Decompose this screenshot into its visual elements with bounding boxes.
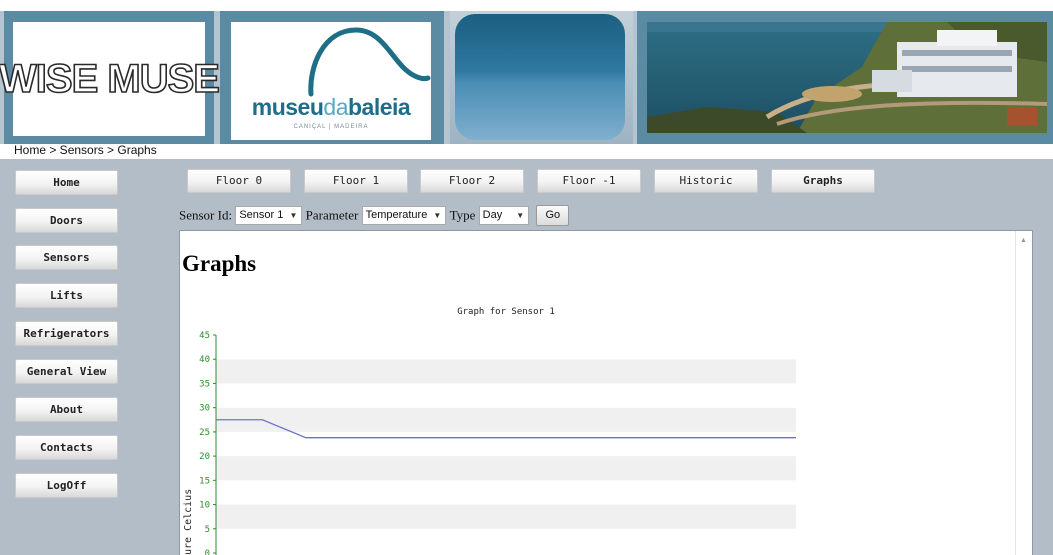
sensor-id-select[interactable]: Sensor 1 ▼ xyxy=(235,206,303,225)
chart-y-tick-label: 5 xyxy=(205,525,210,535)
chevron-down-icon: ▼ xyxy=(433,211,442,220)
tab-floor-1[interactable]: Floor 1 xyxy=(304,169,408,193)
chart-grid-band xyxy=(216,359,796,384)
chart-y-tick-label: 25 xyxy=(199,428,210,438)
wise-muse-logo: WISE MUSE xyxy=(0,11,221,144)
sensor-id-label: Sensor Id: xyxy=(179,207,233,223)
sidebar-item-home[interactable]: Home xyxy=(15,170,118,195)
wise-muse-logo-box: WISE MUSE xyxy=(0,22,221,136)
tab-floor-0[interactable]: Floor 0 xyxy=(187,169,291,193)
parameter-label: Parameter xyxy=(305,207,359,223)
sidebar-item-logoff[interactable]: LogOff xyxy=(15,473,118,498)
chevron-down-icon: ▼ xyxy=(289,211,298,220)
museu-da-baleia-logo: museudabaleia CANIÇAL | MADEIRA xyxy=(220,11,444,144)
chart-title: Graph for Sensor 1 xyxy=(457,307,555,317)
chart-grid-band xyxy=(216,431,796,457)
chart-y-tick-label: 15 xyxy=(199,476,210,486)
header-banner: WISE MUSE museudabaleia CANIÇAL | MADEIR… xyxy=(0,11,1053,144)
chart-grid-band xyxy=(216,504,796,529)
type-select[interactable]: Day ▼ xyxy=(478,206,530,225)
chart-y-tick-label: 40 xyxy=(199,355,210,365)
chart-y-axis-label: ure Celcius xyxy=(183,489,194,555)
temperature-chart: Graph for Sensor 1 0 5 10 15 20 25 30 35 40 45 ure … xyxy=(183,307,796,555)
content-frame: Graphs Graph for Sensor 1 0 5 10 15 20 25 30 35 4… xyxy=(179,230,1033,555)
chart-grid-band xyxy=(216,528,796,553)
sidebar-item-contacts[interactable]: Contacts xyxy=(15,435,118,460)
museum-landscape-image xyxy=(647,22,1047,133)
whale-curve-icon xyxy=(308,27,431,97)
sidebar-item-general-view[interactable]: General View xyxy=(15,359,118,384)
museu-da-baleia-name: museudabaleia xyxy=(251,94,411,120)
chevron-down-icon: ▼ xyxy=(516,211,525,220)
vertical-scrollbar[interactable]: ▲ xyxy=(1015,231,1032,555)
decorative-panel xyxy=(450,11,633,144)
page: WISE MUSE museudabaleia CANIÇAL | MADEIR… xyxy=(0,0,1053,555)
sidebar-item-doors[interactable]: Doors xyxy=(15,208,118,233)
tab-floor-2[interactable]: Floor 2 xyxy=(420,169,524,193)
sidebar-item-about[interactable]: About xyxy=(15,397,118,422)
parameter-select[interactable]: Temperature ▼ xyxy=(361,206,447,225)
museu-da-baleia-logo-box: museudabaleia CANIÇAL | MADEIRA xyxy=(231,22,431,140)
glossy-blue-panel xyxy=(455,14,625,140)
sidebar-item-lifts[interactable]: Lifts xyxy=(15,283,118,308)
chart-y-tick-label: 35 xyxy=(199,379,210,389)
sensor-filter-form: Sensor Id: Sensor 1 ▼ Parameter Temperatu… xyxy=(179,205,570,226)
chart-grid-band xyxy=(216,383,796,408)
scroll-up-arrow-icon[interactable]: ▲ xyxy=(1020,237,1027,244)
chart-y-tick-label: 10 xyxy=(199,501,210,511)
go-button[interactable]: Go xyxy=(536,205,570,226)
sidebar-item-sensors[interactable]: Sensors xyxy=(15,245,118,270)
tab-graphs[interactable]: Graphs xyxy=(771,169,875,193)
chart-grid-band xyxy=(216,407,796,432)
chart-y-tick-label: 45 xyxy=(199,331,210,341)
breadcrumb: Home > Sensors > Graphs xyxy=(14,143,157,157)
museum-photo-panel xyxy=(637,11,1053,144)
chart-grid-band xyxy=(216,456,796,481)
chart-y-tick-label: 30 xyxy=(199,404,210,414)
sidebar-item-refrigerators[interactable]: Refrigerators xyxy=(15,321,118,346)
chart-grid-band xyxy=(216,335,796,360)
tab-floor-minus-1[interactable]: Floor -1 xyxy=(537,169,641,193)
type-label: Type xyxy=(449,207,476,223)
museu-da-baleia-subtitle: CANIÇAL | MADEIRA xyxy=(293,124,369,130)
main-area: Home Doors Sensors Lifts Refrigerators G… xyxy=(0,159,1053,555)
tab-historic[interactable]: Historic xyxy=(654,169,758,193)
chart-y-tick-label: 0 xyxy=(205,549,210,555)
chart-y-tick-label: 20 xyxy=(199,452,210,462)
museum-photo xyxy=(647,22,1047,133)
wise-muse-logo-text: WISE MUSE xyxy=(0,56,221,102)
chart-grid-band xyxy=(216,480,796,505)
